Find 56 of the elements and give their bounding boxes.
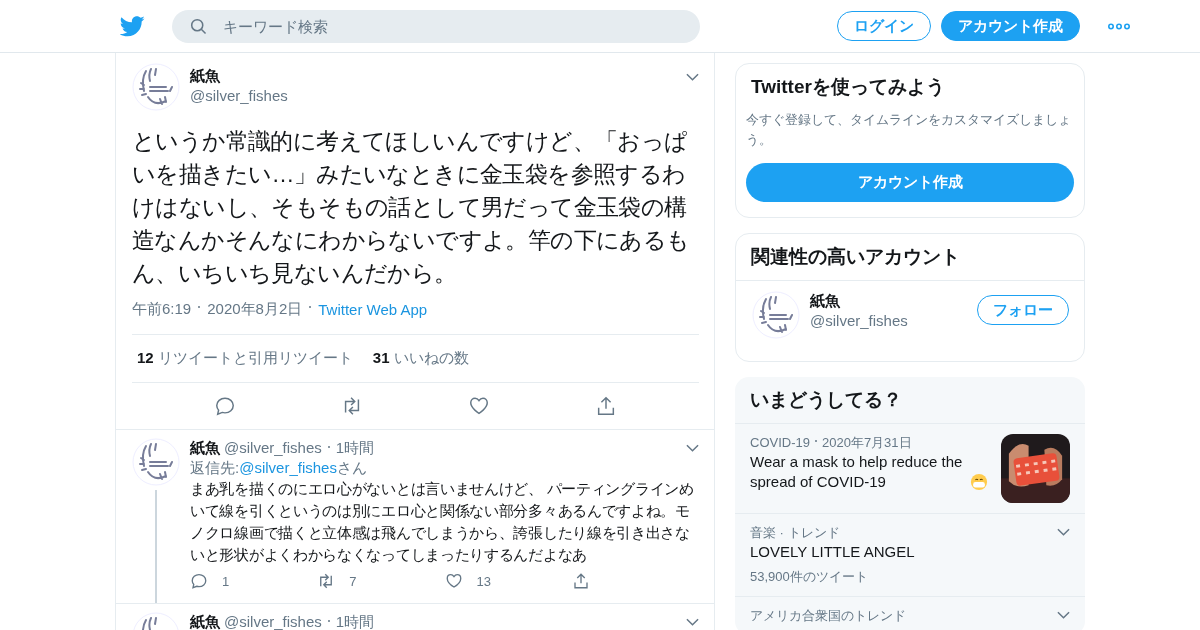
stat-link[interactable]: 31 いいねの数 bbox=[372, 349, 469, 368]
tweet-date: 2020年8月2日 bbox=[207, 300, 303, 319]
tweet-time[interactable]: 1時間 bbox=[335, 612, 375, 630]
news-category: COVID-19 bbox=[750, 434, 810, 452]
search-icon bbox=[190, 17, 207, 35]
heart-icon[interactable] bbox=[467, 395, 490, 417]
tweet-count: 53,900件のツイート bbox=[750, 568, 869, 586]
card-title: いまどうしてる？ bbox=[735, 377, 1085, 424]
user-handle[interactable]: @silver_fishes bbox=[190, 86, 288, 106]
user-name[interactable]: 紙魚 bbox=[190, 612, 220, 630]
heart-icon[interactable] bbox=[444, 572, 463, 590]
user-handle[interactable]: @silver_fishes bbox=[224, 612, 322, 630]
chevron-down-icon[interactable] bbox=[686, 73, 699, 81]
user-name[interactable]: 紙魚 bbox=[190, 438, 220, 458]
chevron-down-icon[interactable] bbox=[1057, 611, 1070, 619]
chevron-down-icon[interactable] bbox=[686, 444, 699, 452]
action-count: 7 bbox=[349, 573, 357, 589]
signup-button[interactable]: アカウント作成 bbox=[941, 11, 1080, 41]
chevron-down-icon[interactable] bbox=[1057, 528, 1070, 536]
tweet-time[interactable]: 1時間 bbox=[335, 438, 375, 458]
avatar[interactable] bbox=[132, 438, 180, 486]
login-button[interactable]: ログイン bbox=[837, 11, 931, 41]
honorific: さん bbox=[336, 459, 367, 476]
user-name[interactable]: 紙魚 bbox=[190, 66, 288, 86]
chevron-down-icon[interactable] bbox=[686, 618, 699, 626]
more-icon[interactable] bbox=[1108, 22, 1130, 30]
stat-link[interactable]: 12 リツイートと引用リツイート bbox=[137, 349, 353, 368]
action-count: 13 bbox=[476, 573, 491, 589]
trend-context: アメリカ合衆国のトレンド bbox=[750, 607, 907, 625]
trend-title[interactable]: LOVELY LITTLE ANGEL bbox=[750, 542, 1057, 562]
card-title: Twitterを使ってみよう bbox=[751, 75, 946, 99]
bird-logo-icon[interactable] bbox=[120, 15, 145, 37]
follow-button[interactable]: フォロー bbox=[977, 295, 1069, 325]
user-handle[interactable]: @silver_fishes bbox=[224, 438, 322, 458]
news-title[interactable]: Wear a mask to help reduce the spread of COVID-19 bbox=[750, 452, 968, 492]
card-title: 関連性の高いアカウント bbox=[736, 234, 1084, 281]
tweet-text: というか常識的に考えてほしいんですけど、「おっぱいを描きたい…」みたいなときに金玉袋を参照するわけはないし、そもそもの話として男だって金玉袋の構造なんかそんなにわからないですよ。竿の下にあるもん、いちいち見ないんだから。 bbox=[132, 127, 691, 288]
trend-context: 音楽 · トレンド bbox=[750, 524, 841, 542]
action-count: 1 bbox=[222, 573, 230, 589]
source-link[interactable]: Twitter Web App bbox=[318, 301, 428, 318]
reply-text: まあ乳を描くのにエロ心がないとは言いませんけど、 パーティングラインめいて線を引くというのは別にエロ心と関係ない部分多々あるんですよね。モノクロ線画で描くと立体感は飛んでしまうから、誇張したり線を引き出さないと形状がよくわからなくなってしまったりするんだよなあ bbox=[190, 479, 695, 565]
signup-button[interactable]: アカウント作成 bbox=[746, 163, 1074, 202]
card-text: 今すぐ登録して、タイムラインをカスタマイズしましょう。 bbox=[746, 111, 1072, 149]
tweet-time: 午前6:19 bbox=[132, 300, 192, 319]
user-name[interactable]: 紙魚 bbox=[810, 291, 908, 311]
reply-icon[interactable] bbox=[190, 572, 208, 590]
search-field[interactable]: キーワード検索 bbox=[172, 9, 700, 43]
mention-link[interactable]: @silver_fishes bbox=[239, 459, 337, 476]
avatar[interactable] bbox=[132, 63, 180, 111]
reply-to-label: 返信先: bbox=[190, 459, 240, 476]
reply-icon[interactable] bbox=[214, 395, 237, 417]
mask-face-icon bbox=[970, 473, 988, 491]
news-date: 2020年7月31日 bbox=[821, 434, 912, 452]
share-icon[interactable] bbox=[571, 572, 590, 590]
user-handle[interactable]: @silver_fishes bbox=[810, 311, 908, 331]
avatar[interactable] bbox=[752, 291, 800, 339]
